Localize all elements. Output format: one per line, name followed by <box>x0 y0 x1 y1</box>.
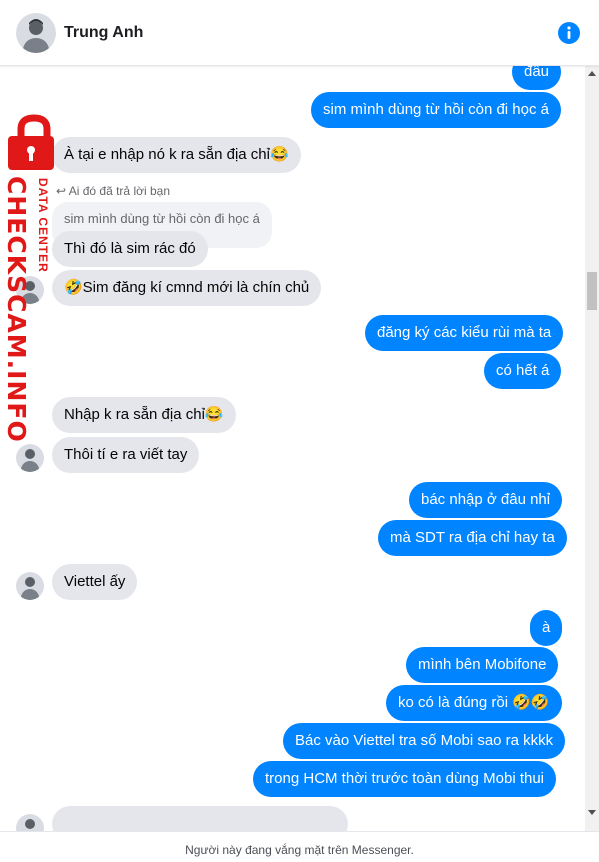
message-list[interactable]: đâu sim mình dùng từ hồi còn đi học á À … <box>0 66 585 831</box>
message-bubble-incoming[interactable]: À tại e nhập nó k ra sẵn địa chỉ😂 <box>52 137 301 173</box>
message-bubble-outgoing[interactable]: đăng ký các kiểu rùi mà ta <box>365 315 564 351</box>
conversation-header: Trung Anh <box>0 0 599 66</box>
contact-avatar-small[interactable] <box>16 814 44 831</box>
message-bubble-outgoing[interactable]: có hết á <box>484 353 562 389</box>
message-bubble-outgoing[interactable]: sim mình dùng từ hồi còn đi học á <box>311 92 561 128</box>
message-bubble-outgoing[interactable]: trong HCM thời trước toàn dùng Mobi thui <box>253 761 557 797</box>
reply-indicator: ↩ Ai đó đã trả lời bạn <box>56 184 170 198</box>
lock-icon <box>8 114 54 170</box>
message-bubble-outgoing[interactable]: bác nhập ở đâu nhỉ <box>409 482 563 518</box>
message-bubble-incoming[interactable]: 🤣Sim đăng kí cmnd mới là chín chủ <box>52 270 322 306</box>
info-icon <box>558 22 580 44</box>
user-avatar-icon <box>16 13 56 53</box>
message-bubble-outgoing[interactable]: mình bên Mobifone <box>406 647 559 683</box>
message-bubble-outgoing[interactable]: mà SDT ra địa chỉ hay ta <box>378 520 567 556</box>
contact-avatar-small[interactable] <box>16 572 44 600</box>
message-bubble-outgoing[interactable]: đâu <box>512 66 562 90</box>
chat-scrollbar[interactable] <box>585 66 599 831</box>
message-bubble-incoming[interactable]: Viettel ấy <box>52 564 138 600</box>
message-bubble-outgoing[interactable]: ko có là đúng rồi 🤣🤣 <box>386 685 562 721</box>
message-bubble-incoming-partial[interactable] <box>52 806 348 831</box>
scrollbar-thumb[interactable] <box>587 272 597 310</box>
message-bubble-incoming[interactable]: Thôi tí e ra viết tay <box>52 437 200 473</box>
composer-status-bar: Người này đang vắng mặt trên Messenger. <box>0 831 599 862</box>
message-bubble-incoming[interactable]: Thì đó là sim rác đó <box>52 231 208 267</box>
watermark-brand: CHECKSCAM.INFO <box>2 176 31 443</box>
scroll-up-arrow-icon[interactable] <box>588 71 596 76</box>
watermark-tagline: DATA CENTER <box>36 178 50 273</box>
user-avatar-icon <box>16 572 44 600</box>
contact-avatar[interactable] <box>16 13 56 53</box>
scroll-down-arrow-icon[interactable] <box>588 810 596 815</box>
conversation-info-button[interactable] <box>557 21 581 45</box>
message-bubble-outgoing[interactable]: à <box>530 610 563 646</box>
reply-note-text: Ai đó đã trả lời bạn <box>68 184 170 198</box>
message-bubble-incoming[interactable]: Nhập k ra sẵn địa chỉ😂 <box>52 397 236 433</box>
checkscam-watermark: CHECKSCAM.INFO DATA CENTER <box>0 112 66 443</box>
message-bubble-outgoing[interactable]: Bác vào Viettel tra số Mobi sao ra kkkk <box>283 723 566 759</box>
contact-avatar-small[interactable] <box>16 444 44 472</box>
away-status-text: Người này đang vắng mặt trên Messenger. <box>185 843 414 857</box>
contact-name[interactable]: Trung Anh <box>64 24 143 42</box>
user-avatar-icon <box>16 444 44 472</box>
user-avatar-icon <box>16 814 44 831</box>
